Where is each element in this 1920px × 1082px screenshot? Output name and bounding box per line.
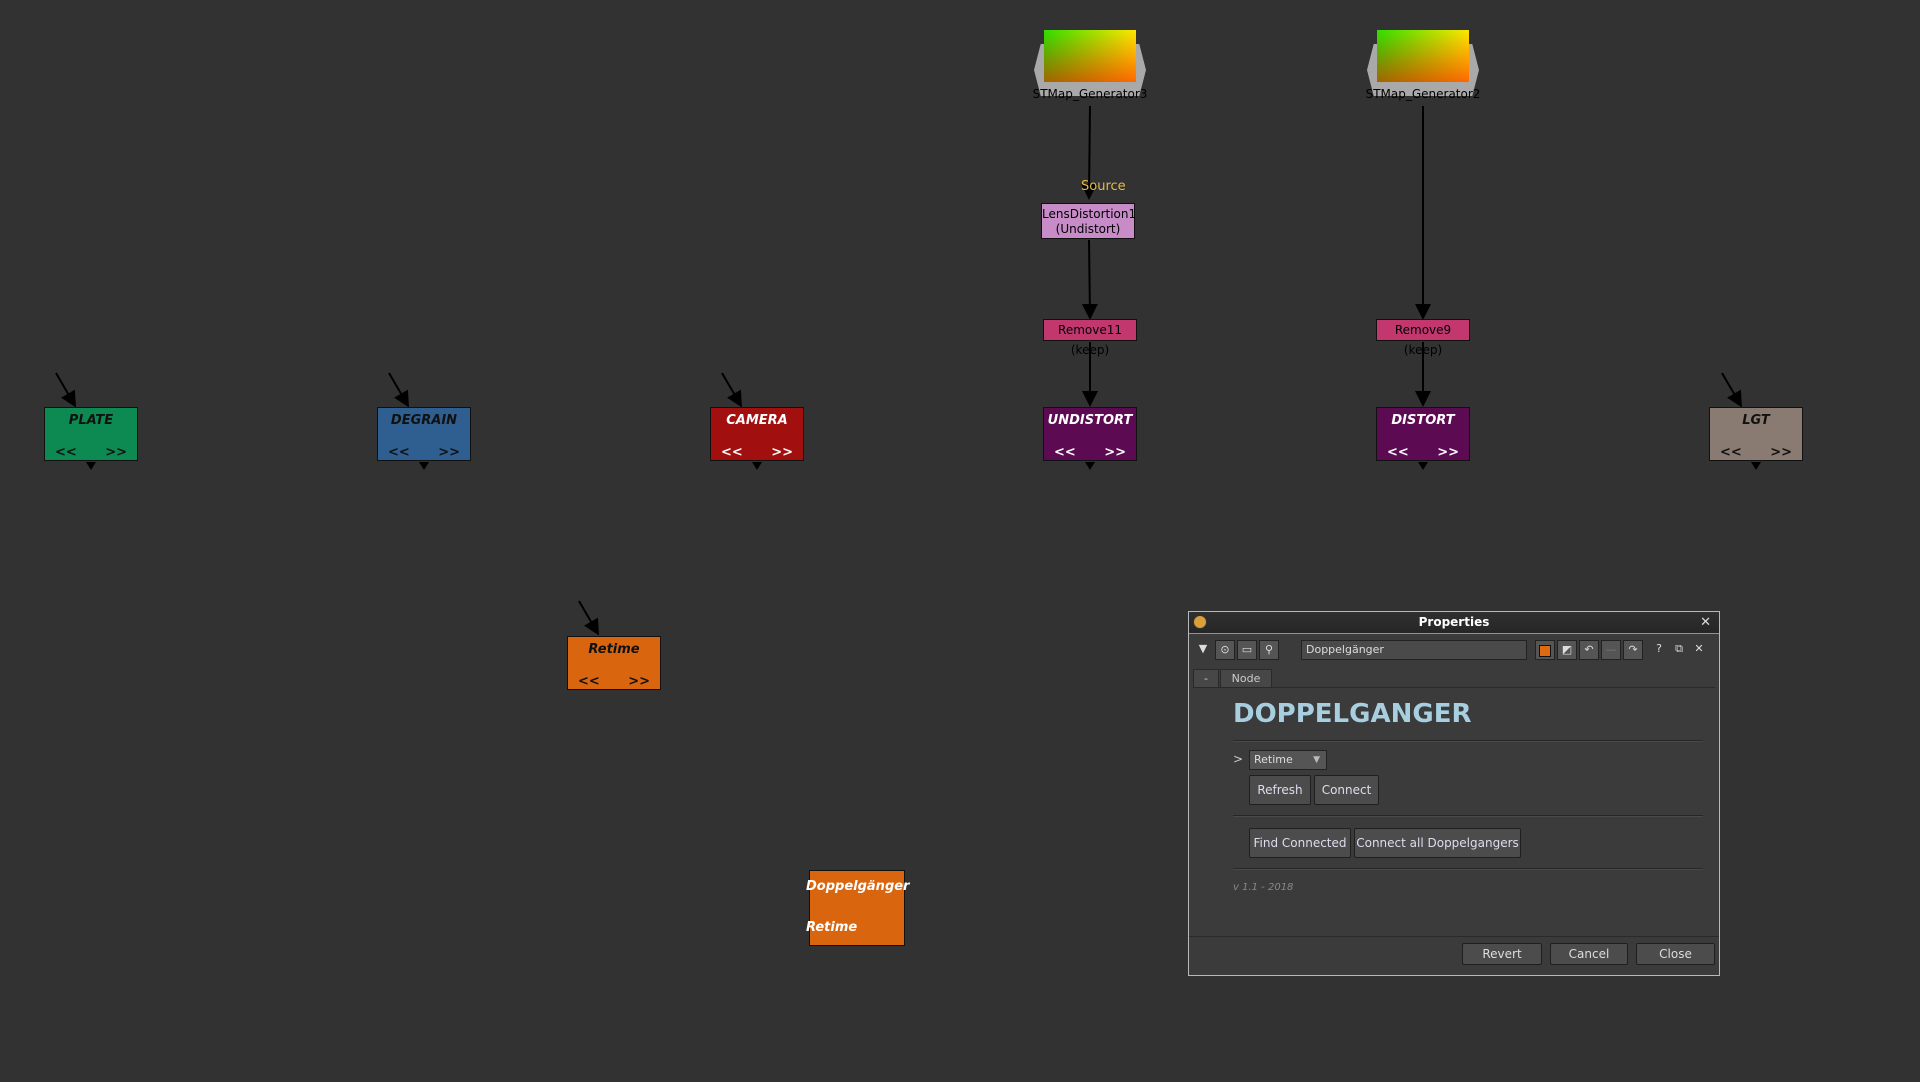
prev-button[interactable]: <<: [388, 446, 410, 460]
next-button[interactable]: >>: [1104, 446, 1126, 460]
properties-titlebar[interactable]: Properties ✕: [1189, 612, 1719, 634]
divider: [1233, 740, 1703, 742]
node-title: PLATE: [68, 413, 114, 428]
float-panel-icon[interactable]: ⧉: [1669, 640, 1689, 660]
node-title: Retime: [588, 642, 640, 657]
divider: [1233, 868, 1703, 870]
next-button[interactable]: >>: [1770, 446, 1792, 460]
target-dropdown[interactable]: Retime ▼: [1249, 750, 1327, 770]
refresh-button[interactable]: Refresh: [1249, 775, 1311, 805]
properties-tabbar: - Node: [1193, 669, 1715, 688]
camera-node[interactable]: CAMERA << >>: [710, 407, 804, 461]
close-button[interactable]: Close: [1636, 943, 1715, 965]
cancel-button[interactable]: Cancel: [1550, 943, 1628, 965]
redo-disabled-icon[interactable]: —: [1601, 640, 1621, 660]
node-title: DISTORT: [1391, 413, 1455, 428]
chevron-down-icon: ▼: [1313, 755, 1320, 765]
remove-node[interactable]: Remove11 (keep): [1043, 319, 1137, 357]
stmap-thumbnail: [1377, 30, 1469, 82]
page-title: DOPPELGANGER: [1233, 699, 1472, 729]
lgt-node[interactable]: LGT << >>: [1709, 407, 1803, 461]
node-color-swatch[interactable]: [1535, 640, 1555, 660]
stmap-generator-node[interactable]: STMap_Generator3: [1033, 30, 1147, 110]
node-title: CAMERA: [726, 413, 788, 428]
prev-button[interactable]: <<: [1054, 446, 1076, 460]
tab-node[interactable]: Node: [1220, 669, 1272, 687]
doppelganger-node-subtitle: Retime: [806, 920, 858, 935]
next-button[interactable]: >>: [771, 446, 793, 460]
stmap-node-label: STMap_Generator2: [1365, 87, 1481, 101]
doppelganger-node[interactable]: Doppelgänger Retime: [806, 870, 909, 946]
prev-button[interactable]: <<: [1387, 446, 1409, 460]
find-connected-button[interactable]: Find Connected: [1249, 828, 1351, 858]
connect-all-doppelgangers-button[interactable]: Connect all Doppelgangers: [1354, 828, 1521, 858]
revert-button[interactable]: Revert: [1462, 943, 1542, 965]
pin-icon[interactable]: ⚲: [1259, 640, 1279, 660]
plate-node[interactable]: PLATE << >>: [44, 407, 138, 461]
prev-button[interactable]: <<: [1720, 446, 1742, 460]
node-title: LGT: [1742, 413, 1770, 428]
remove-node[interactable]: Remove9 (keep): [1376, 319, 1470, 357]
properties-footer: Revert Cancel Close: [1189, 936, 1719, 973]
revert-knobs-icon[interactable]: ↷: [1623, 640, 1643, 660]
lens-node-mode: (Undistort): [1055, 222, 1121, 236]
prev-button[interactable]: <<: [578, 675, 600, 689]
properties-body: DOPPELGANGER > Retime ▼ Refresh Connect …: [1193, 687, 1715, 893]
dropdown-value: Retime: [1254, 753, 1293, 766]
stmap-thumbnail: [1044, 30, 1136, 82]
node-title: UNDISTORT: [1047, 413, 1133, 428]
divider: [1233, 815, 1703, 817]
help-icon[interactable]: ?: [1649, 640, 1669, 660]
center-node-icon[interactable]: ⊙: [1215, 640, 1235, 660]
connect-button[interactable]: Connect: [1314, 775, 1379, 805]
version-label: v 1.1 - 2018: [1233, 882, 1294, 893]
tab-collapse[interactable]: -: [1193, 669, 1219, 687]
stmap-generator-node[interactable]: STMap_Generator2: [1366, 30, 1480, 110]
degrain-node[interactable]: DEGRAIN << >>: [377, 407, 471, 461]
node-title: DEGRAIN: [390, 413, 458, 428]
prev-button[interactable]: <<: [55, 446, 77, 460]
source-input-label: Source: [1081, 179, 1126, 194]
distort-node[interactable]: DISTORT << >>: [1376, 407, 1470, 461]
window-close-icon[interactable]: ✕: [1700, 612, 1711, 633]
expand-chevron[interactable]: >: [1233, 752, 1243, 766]
close-panel-icon[interactable]: ✕: [1689, 640, 1709, 660]
collapse-triangle-icon[interactable]: ▼: [1193, 640, 1213, 660]
lens-node-name: LensDistortion1: [1042, 207, 1137, 221]
undo-icon[interactable]: ↶: [1579, 640, 1599, 660]
next-button[interactable]: >>: [1437, 446, 1459, 460]
input-node-icon[interactable]: ▭: [1237, 640, 1257, 660]
next-button[interactable]: >>: [438, 446, 460, 460]
undistort-node[interactable]: UNDISTORT << >>: [1043, 407, 1137, 461]
lens-distortion-node[interactable]: LensDistortion1 (Undistort): [1041, 203, 1137, 239]
next-button[interactable]: >>: [628, 675, 650, 689]
prev-button[interactable]: <<: [721, 446, 743, 460]
properties-panel: Properties ✕ ▼ ⊙ ▭ ⚲ Doppelgänger ◩ ↶ — …: [1188, 611, 1720, 976]
retime-node[interactable]: Retime << >>: [567, 636, 661, 690]
font-color-icon[interactable]: ◩: [1557, 640, 1577, 660]
next-button[interactable]: >>: [105, 446, 127, 460]
app-logo-icon: [1193, 615, 1207, 629]
properties-toolbar: ▼ ⊙ ▭ ⚲ Doppelgänger ◩ ↶ — ↷ ? ⧉ ✕: [1193, 640, 1715, 662]
stmap-node-label: STMap_Generator3: [1032, 87, 1148, 101]
doppelganger-node-title: Doppelgänger: [806, 879, 910, 894]
properties-title: Properties: [1418, 615, 1490, 629]
node-name-field[interactable]: Doppelgänger: [1301, 640, 1527, 660]
